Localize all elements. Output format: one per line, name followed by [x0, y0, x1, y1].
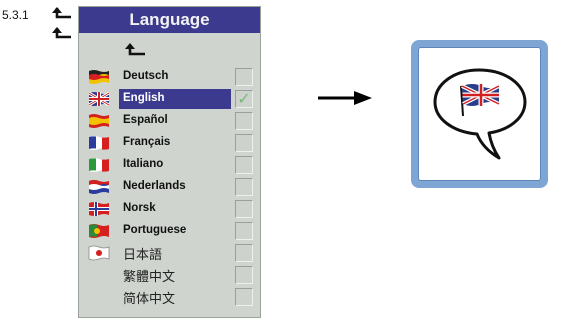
language-label: 繁體中文: [123, 270, 176, 285]
language-checkbox[interactable]: [235, 222, 253, 240]
language-option-italiano[interactable]: Italiano: [79, 155, 260, 177]
menu-title: Language: [79, 7, 260, 33]
language-osd-icon: [411, 40, 548, 188]
language-checkbox[interactable]: [235, 244, 253, 262]
language-option-simplified-chinese[interactable]: 简体中文: [79, 287, 260, 309]
language-label: English: [123, 92, 165, 104]
italian-flag-icon: [88, 157, 110, 173]
language-label: Italiano: [123, 158, 164, 170]
language-label: Español: [123, 114, 168, 126]
language-option-espanol[interactable]: Español: [79, 111, 260, 133]
language-option-nederlands[interactable]: Nederlands: [79, 177, 260, 199]
language-checkbox[interactable]: [235, 266, 253, 284]
language-checkbox[interactable]: [235, 112, 253, 130]
spanish-flag-icon: [88, 113, 110, 129]
language-checkbox[interactable]: [235, 178, 253, 196]
japanese-flag-icon: [88, 245, 110, 261]
portuguese-flag-icon: [88, 223, 110, 239]
right-arrow-icon: [318, 90, 372, 106]
return-icon: [52, 7, 74, 21]
language-checkbox[interactable]: [235, 156, 253, 174]
language-label: Norsk: [123, 202, 156, 214]
language-option-english[interactable]: English ✓: [79, 89, 260, 111]
language-option-portuguese[interactable]: Portuguese: [79, 221, 260, 243]
language-label: Portuguese: [123, 224, 187, 236]
language-checkbox[interactable]: [235, 134, 253, 152]
german-flag-icon: [88, 69, 110, 85]
language-option-francais[interactable]: Français: [79, 133, 260, 155]
language-label: 简体中文: [123, 292, 176, 307]
language-checkbox[interactable]: [235, 200, 253, 218]
language-label: 日本語: [123, 248, 163, 263]
language-label: Nederlands: [123, 180, 186, 192]
language-label: Deutsch: [123, 70, 169, 82]
back-return-icon[interactable]: [125, 43, 147, 59]
language-option-japanese[interactable]: 日本語: [79, 243, 260, 265]
norwegian-flag-icon: [88, 201, 110, 217]
speech-bubble-flag-icon: [418, 47, 541, 181]
language-option-deutsch[interactable]: Deutsch: [79, 67, 260, 89]
french-flag-icon: [88, 135, 110, 151]
language-label: Français: [123, 136, 171, 148]
step-number: 5.3.1: [2, 8, 29, 22]
language-option-norsk[interactable]: Norsk: [79, 199, 260, 221]
return-icon: [52, 27, 74, 41]
language-option-traditional-chinese[interactable]: 繁體中文: [79, 265, 260, 287]
language-checkbox-checked[interactable]: ✓: [235, 90, 253, 108]
language-menu: Language Deutsch English ✓ Español Franç…: [78, 6, 261, 318]
dutch-flag-icon: [88, 179, 110, 195]
language-checkbox[interactable]: [235, 68, 253, 86]
uk-flag-icon: [88, 91, 110, 107]
language-checkbox[interactable]: [235, 288, 253, 306]
